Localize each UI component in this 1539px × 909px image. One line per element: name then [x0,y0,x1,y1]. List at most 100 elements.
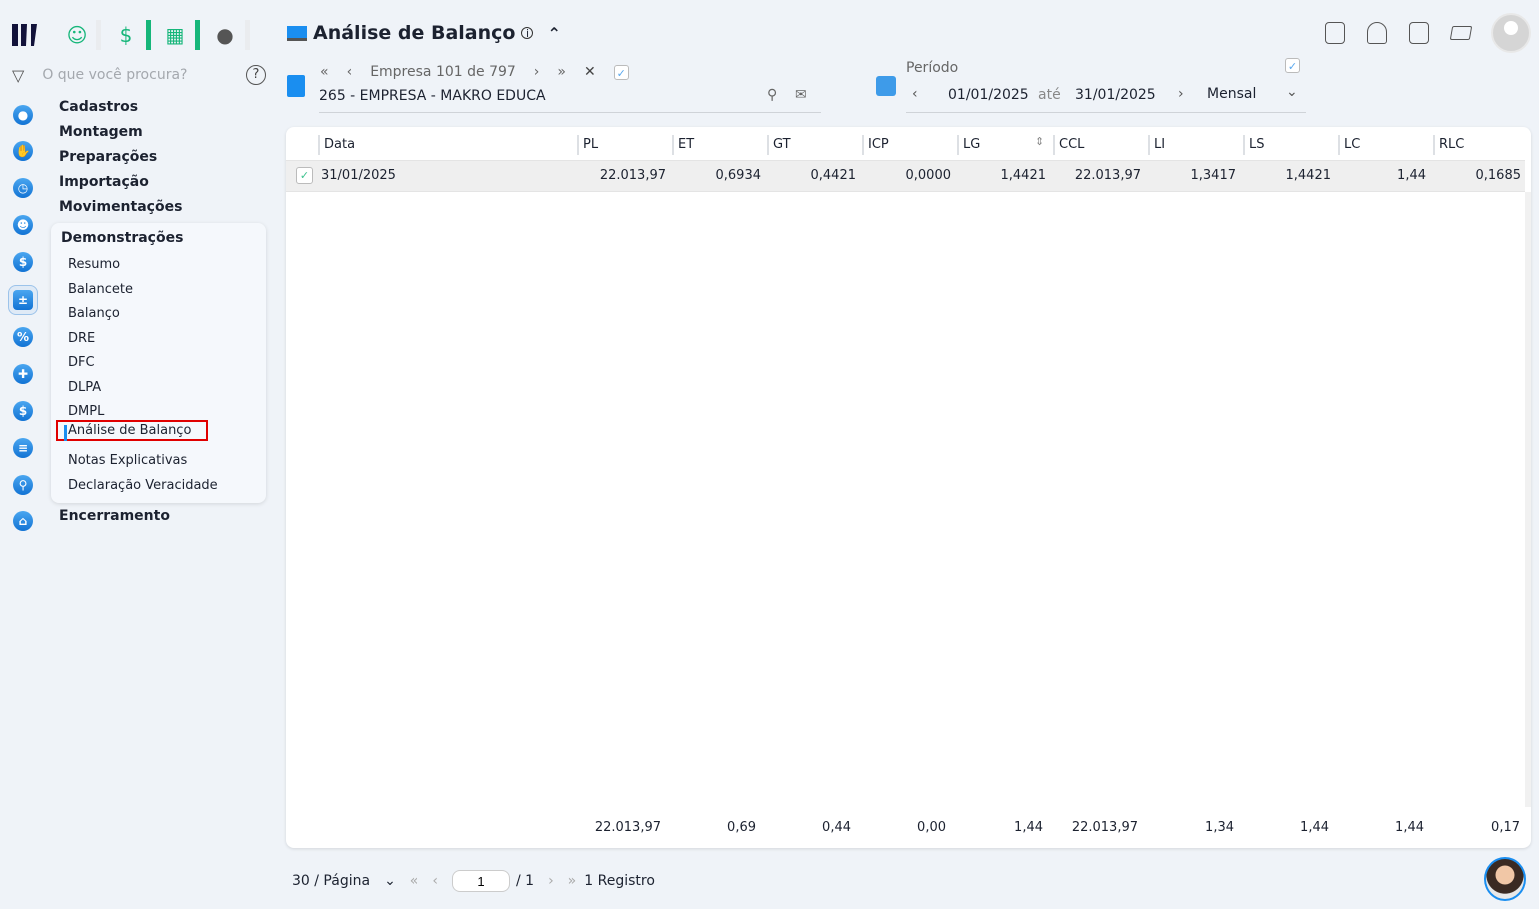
clock-icon[interactable]: ◷ [11,176,35,200]
menu-demonstracoes[interactable]: Demonstrações [61,230,183,246]
submenu-item[interactable]: DFC [68,355,95,370]
column-header-ls[interactable]: LS [1243,135,1338,155]
calendar-icon [876,76,896,96]
period-checkbox[interactable]: ✓ [1285,58,1300,73]
collapse-icon[interactable]: ⌃ [547,24,560,43]
last-icon[interactable]: » [557,64,566,80]
total-pl: 22.013,97 [594,820,661,835]
pagination: 30 / Página ⌄ « ‹ / 1 › » 1 Registro [292,870,655,892]
table-row[interactable]: ✓ 31/01/2025 22.013,97 0,6934 0,4421 0,0… [286,160,1525,192]
user-avatar[interactable] [1491,13,1531,53]
period-prev-icon[interactable]: ‹ [912,86,918,102]
per-page-select[interactable]: 30 / Página [292,873,370,889]
sort-icon[interactable]: ⇕ [1035,135,1044,148]
vertical-scrollbar[interactable] [1525,192,1531,807]
period-mode-select[interactable]: Mensal [1207,86,1256,102]
last-page-icon[interactable]: » [568,873,577,889]
graduation-cap-icon[interactable] [1449,26,1473,40]
column-header-lc[interactable]: LC [1338,135,1433,155]
home-icon[interactable]: ⌂ [11,509,35,533]
monitor-icon [287,25,307,41]
first-icon[interactable]: « [320,64,329,80]
company-name: 265 - EMPRESA - MAKRO EDUCA [319,88,546,104]
period-end[interactable]: 31/01/2025 [1075,87,1156,103]
people-icon[interactable]: ☻ [11,213,35,237]
submenu-item[interactable]: Balanço [68,306,120,321]
column-header-ccl[interactable]: CCL [1053,135,1148,155]
submenu-item[interactable]: Balancete [68,282,133,297]
prev-icon[interactable]: ‹ [347,64,353,80]
chevron-down-icon[interactable]: ⌄ [384,873,396,889]
page-input[interactable] [451,870,510,892]
menu-movimentacoes[interactable]: Movimentações [59,199,182,215]
menu-preparacoes[interactable]: Preparações [59,149,157,165]
next-page-icon[interactable]: › [548,873,554,889]
period-next-icon[interactable]: › [1178,86,1184,102]
cell-ls: 1,4421 [1285,168,1332,183]
submenu-item[interactable]: DMPL [68,404,104,419]
company-checkbox[interactable]: ✓ [613,64,629,80]
top-actions [1325,22,1473,44]
search-icon[interactable]: ⚲ [767,87,777,103]
chevron-down-icon[interactable]: ⌄ [1286,84,1298,100]
column-header-et[interactable]: ET [672,135,767,155]
cell-icp: 0,0000 [905,168,952,183]
period-label: Período [906,60,959,76]
first-page-icon[interactable]: « [410,873,419,889]
menu-importacao[interactable]: Importação [59,174,149,190]
users-icon[interactable]: ☺ [64,22,90,48]
calculator-icon[interactable]: ▦ [163,22,187,48]
info-icon[interactable]: i [521,27,534,39]
document-icon[interactable] [1325,22,1345,44]
percent-arrow-icon[interactable]: % [11,325,35,349]
layers-icon[interactable]: ≡ [11,436,35,460]
bell-icon[interactable] [1367,22,1387,44]
submenu-demonstracoes: Demonstrações Resumo Balancete Balanço D… [51,223,266,503]
row-checkbox[interactable]: ✓ [296,167,313,184]
total-lc: 1,44 [1395,820,1424,835]
document-search-icon[interactable] [1409,22,1429,44]
menu-cadastros[interactable]: Cadastros [59,99,138,115]
column-header-icp[interactable]: ICP [862,135,957,155]
search-input[interactable]: O que você procura? [42,67,187,83]
column-header-pl[interactable]: PL [577,135,672,155]
handshake-icon[interactable]: ✋ [11,139,35,163]
column-header-data[interactable]: Data [318,135,577,155]
money-bag-icon[interactable]: ● [213,22,237,48]
mail-icon[interactable]: ✉ [795,87,807,103]
total-lg: 1,44 [1014,820,1043,835]
column-header-rlc[interactable]: RLC [1433,135,1525,155]
next-icon[interactable]: › [534,64,540,80]
submenu-item[interactable]: Resumo [68,257,120,272]
dollar-circle-icon[interactable]: $ [11,250,35,274]
total-icp: 0,00 [917,820,946,835]
prev-page-icon[interactable]: ‹ [432,873,438,889]
column-header-li[interactable]: LI [1148,135,1243,155]
company-counter: Empresa 101 de 797 [370,64,516,80]
submenu-item-active[interactable]: Análise de Balanço [56,420,208,441]
help-icon[interactable]: ? [246,65,266,85]
menu-search[interactable]: ▽ O que você procura? ? [12,64,268,86]
calculator-icon[interactable]: ± [8,285,38,315]
cell-lc: 1,44 [1397,168,1426,183]
cell-li: 1,3417 [1190,168,1237,183]
period-start[interactable]: 01/01/2025 [948,87,1029,103]
user-settings-icon[interactable]: ● [11,103,35,127]
cell-ccl: 22.013,97 [1074,168,1141,183]
assistant-avatar[interactable] [1484,857,1526,901]
data-grid: Data PL ET GT ICP LG ⇕ CCL LI LS LC RLC … [286,127,1531,848]
magnifier-icon[interactable]: ⚲ [11,473,35,497]
cell-data: 31/01/2025 [321,168,396,183]
menu-encerramento[interactable]: Encerramento [59,508,170,524]
dollar-icon[interactable]: $ [114,22,138,48]
submenu-item[interactable]: DLPA [68,380,101,395]
submenu-item[interactable]: Declaração Veracidade [68,478,218,493]
gear-icon[interactable]: ✚ [11,362,35,386]
submenu-item[interactable]: Notas Explicativas [68,453,187,468]
money-bag-icon[interactable]: $ [11,399,35,423]
submenu-item[interactable]: DRE [68,331,95,346]
close-icon[interactable]: ✕ [584,64,596,80]
column-header-gt[interactable]: GT [767,135,862,155]
menu-montagem[interactable]: Montagem [59,124,143,140]
cell-pl: 22.013,97 [599,168,666,183]
